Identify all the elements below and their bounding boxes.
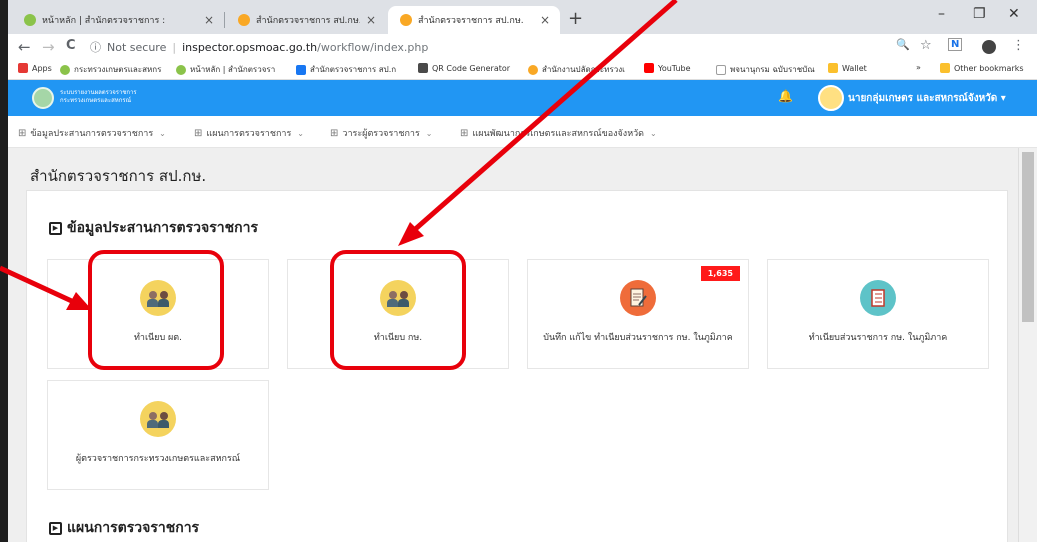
annotation-arrows: [0, 0, 678, 310]
arrow-line-left: [0, 265, 78, 306]
arrow-line-center: [410, 0, 678, 234]
screen: หน้าหลัก | สำนักตรวจราชการ : × สำนักตรวจ…: [0, 0, 1037, 542]
